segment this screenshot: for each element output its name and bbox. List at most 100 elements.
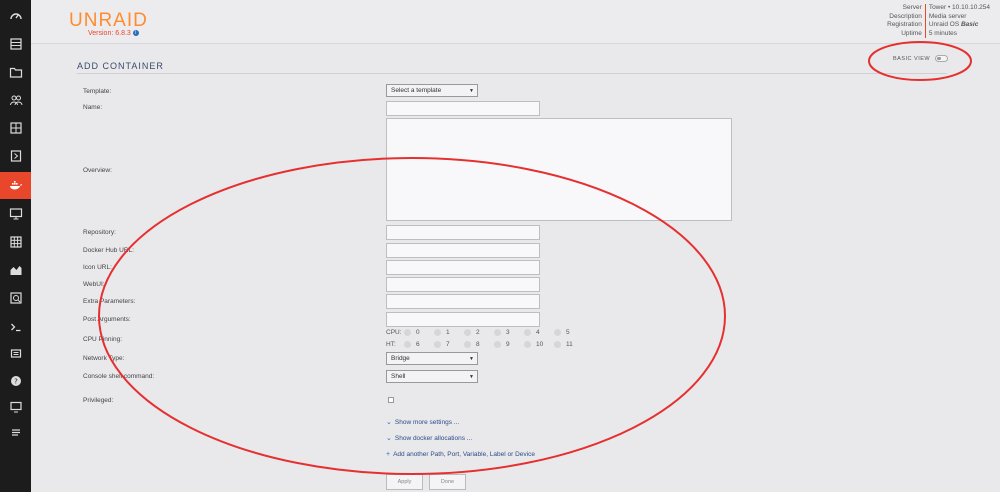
nav-main[interactable]	[0, 30, 31, 57]
add-another-link[interactable]: + Add another Path, Port, Variable, Label…	[386, 451, 535, 458]
cpu-core[interactable]: 1	[434, 329, 464, 336]
overview-textarea[interactable]	[386, 118, 732, 221]
template-select[interactable]: Select a template ▼	[386, 84, 478, 97]
repository-input[interactable]	[386, 225, 540, 240]
nav-help[interactable]: ?	[0, 367, 31, 394]
main-icon	[9, 37, 22, 50]
nav-users[interactable]	[0, 86, 31, 113]
cpu-core-number: 2	[476, 329, 480, 336]
nav-stats[interactable]	[0, 256, 31, 283]
ht-core[interactable]: 9	[494, 341, 524, 348]
privileged-checkbox[interactable]	[388, 397, 394, 403]
cpu-core[interactable]: 5	[554, 329, 584, 336]
cpu-checkbox[interactable]	[464, 329, 471, 336]
ht-core-number: 6	[416, 341, 420, 348]
webui-input[interactable]	[386, 277, 540, 292]
ht-core[interactable]: 8	[464, 341, 494, 348]
ht-core[interactable]: 7	[434, 341, 464, 348]
nav-tools[interactable]	[0, 284, 31, 311]
nav-shares[interactable]	[0, 58, 31, 85]
icon-url-label: Icon URL:	[83, 264, 112, 271]
show-docker-allocations-text: Show docker allocations ...	[394, 434, 473, 442]
registration-value[interactable]: Unraid OS Basic	[926, 21, 986, 30]
chevron-down-icon: ▼	[469, 88, 474, 94]
network-type-select[interactable]: Bridge ▼	[386, 352, 478, 365]
ht-core-number: 9	[506, 341, 510, 348]
ht-checkbox[interactable]	[434, 341, 441, 348]
name-input[interactable]	[386, 101, 540, 116]
ht-core[interactable]: 11	[554, 341, 584, 348]
svg-text:?: ?	[14, 377, 18, 385]
nav-docker[interactable]	[0, 172, 31, 199]
overview-label: Overview:	[83, 167, 112, 174]
show-more-settings-link[interactable]: ⌄ Show more settings ...	[386, 418, 459, 427]
ht-core-number: 11	[566, 341, 573, 348]
ht-core-number: 10	[536, 341, 544, 348]
help-icon: ?	[10, 375, 21, 386]
title-divider	[77, 73, 947, 74]
nav-plugins[interactable]	[0, 142, 31, 169]
cpu-checkbox[interactable]	[494, 329, 501, 336]
docker-icon	[9, 180, 22, 189]
apps-icon	[9, 235, 22, 248]
nav-terminal[interactable]	[0, 313, 31, 340]
brand-logo[interactable]: UNRAID	[69, 10, 148, 32]
page-title: ADD CONTAINER	[77, 61, 164, 71]
chevron-down-icon: ⌄	[386, 435, 392, 442]
nav-apps[interactable]	[0, 228, 31, 255]
basic-view-toggle-group[interactable]: BASIC VIEW	[893, 55, 949, 62]
info-icon[interactable]: i	[132, 30, 139, 37]
cpu-core[interactable]: 3	[494, 329, 524, 336]
ht-core[interactable]: 10	[524, 341, 554, 348]
post-args-input[interactable]	[386, 312, 540, 327]
nav-vms[interactable]	[0, 200, 31, 227]
cpu-core[interactable]: 0	[404, 329, 434, 336]
ht-checkbox[interactable]	[554, 341, 561, 348]
server-key: Server	[870, 4, 926, 13]
template-select-value: Select a template	[391, 87, 442, 94]
console-shell-value: Shell	[391, 373, 406, 380]
ht-checkbox[interactable]	[404, 341, 411, 348]
apply-button[interactable]: Apply	[386, 474, 423, 490]
nav-settings[interactable]	[0, 114, 31, 141]
console-shell-select[interactable]: Shell ▼	[386, 370, 478, 383]
done-button[interactable]: Done	[429, 474, 466, 490]
nav-info[interactable]	[0, 393, 31, 420]
ht-core[interactable]: 6	[404, 341, 434, 348]
ht-checkbox[interactable]	[464, 341, 471, 348]
uptime-key: Uptime	[870, 29, 926, 38]
cpu-core-number: 5	[566, 329, 570, 336]
ht-checkbox[interactable]	[494, 341, 501, 348]
dockerhub-label: Docker Hub URL:	[83, 247, 134, 254]
terminal-icon	[10, 323, 20, 331]
icon-url-input[interactable]	[386, 260, 540, 275]
cpu-core[interactable]: 2	[464, 329, 494, 336]
plus-icon: +	[386, 451, 391, 458]
ht-checkbox[interactable]	[524, 341, 531, 348]
cpu-row-label: CPU:	[386, 329, 402, 336]
cpu-checkbox[interactable]	[404, 329, 411, 336]
cpu-core-number: 1	[446, 329, 450, 336]
console-shell-label: Console shell command:	[83, 373, 155, 380]
plugins-icon	[10, 149, 21, 162]
network-type-value: Bridge	[391, 355, 410, 362]
nav-log[interactable]	[0, 419, 31, 446]
dockerhub-url-input[interactable]	[386, 243, 540, 258]
repository-label: Repository:	[83, 229, 116, 236]
cpu-core[interactable]: 4	[524, 329, 554, 336]
cpu-checkbox[interactable]	[434, 329, 441, 336]
nav-dashboard[interactable]	[0, 2, 31, 29]
vms-icon	[9, 207, 22, 219]
ht-core-number: 8	[476, 341, 480, 348]
uptime-value: 5 minutes	[928, 29, 957, 37]
basic-view-label: BASIC VIEW	[893, 55, 931, 62]
cpu-checkbox[interactable]	[524, 329, 531, 336]
show-docker-allocations-link[interactable]: ⌄ Show docker allocations ...	[386, 434, 473, 443]
description-key: Description	[870, 12, 926, 21]
extra-params-input[interactable]	[386, 294, 540, 309]
webui-label: WebUI:	[83, 281, 105, 288]
basic-view-toggle[interactable]	[935, 55, 949, 62]
extra-params-label: Extra Parameters:	[83, 298, 136, 305]
cpu-checkbox[interactable]	[554, 329, 561, 336]
nav-feedback[interactable]	[0, 340, 31, 367]
